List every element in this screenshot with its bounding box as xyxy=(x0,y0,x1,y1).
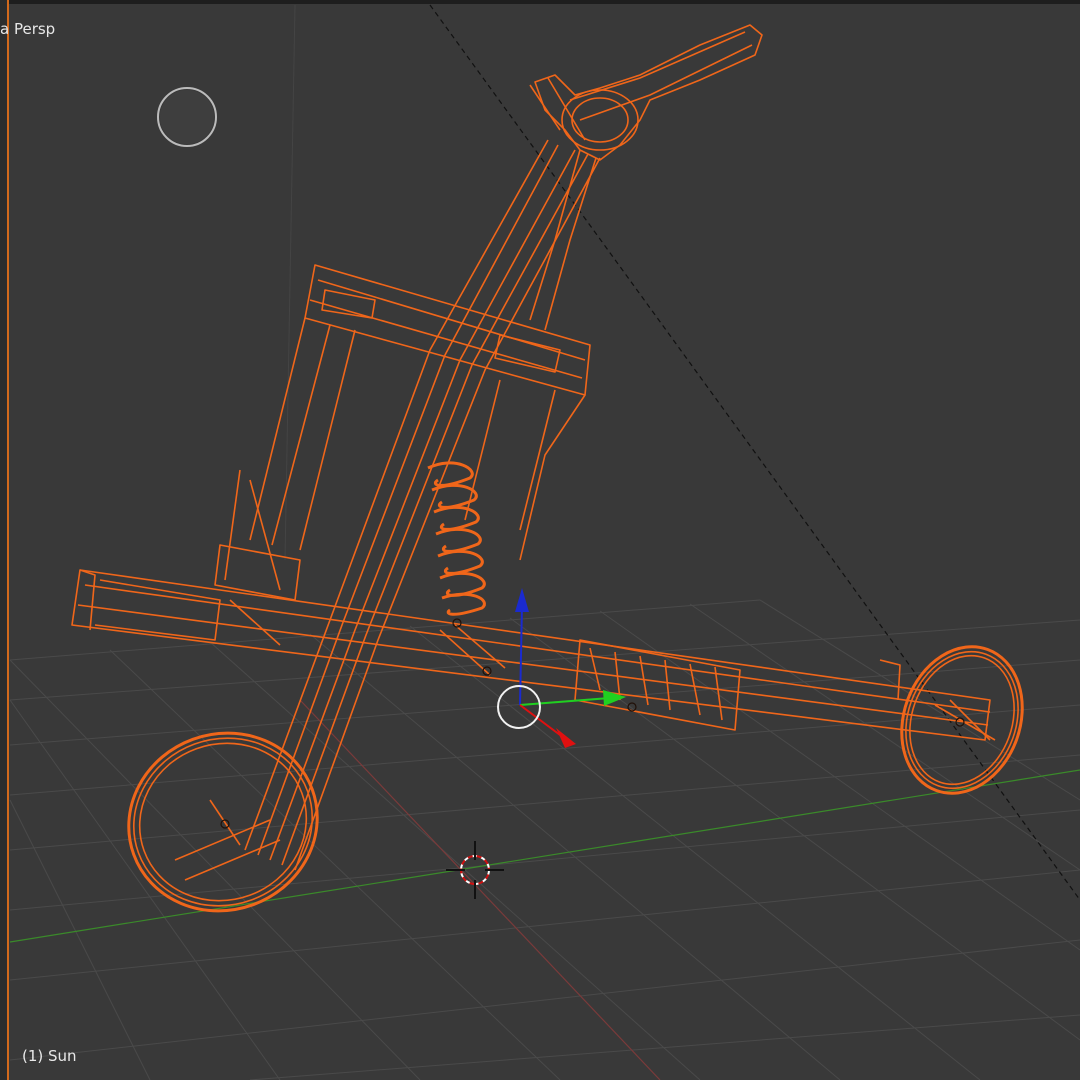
y-axis-line xyxy=(9,769,1080,943)
gizmo-z-arrow[interactable] xyxy=(515,588,529,612)
view-mode-label: a Persp xyxy=(0,20,56,38)
golf-trolley-wireframe[interactable] xyxy=(71,24,1042,937)
x-axis-line xyxy=(299,699,661,1080)
floor-grid xyxy=(9,599,1080,1080)
gizmo-y-arrow[interactable] xyxy=(603,690,626,706)
trolley-bag-holder xyxy=(214,264,591,601)
active-object-label: (1) Sun xyxy=(22,1047,77,1065)
viewport-active-border xyxy=(7,0,9,1080)
trolley-rear-wheel xyxy=(900,645,1024,795)
light-direction-line xyxy=(429,4,1080,901)
trolley-front-wheel xyxy=(127,731,319,913)
3d-scene[interactable] xyxy=(0,0,1080,1080)
3d-cursor-icon[interactable] xyxy=(446,841,504,899)
sun-lamp-center xyxy=(160,90,214,144)
trolley-handle xyxy=(529,24,763,161)
trolley-spring xyxy=(427,461,486,616)
gizmo-z-axis[interactable] xyxy=(519,604,523,706)
3d-viewport[interactable]: a Persp (1) Sun xyxy=(0,0,1080,1080)
object-origin-circle[interactable] xyxy=(497,685,541,729)
